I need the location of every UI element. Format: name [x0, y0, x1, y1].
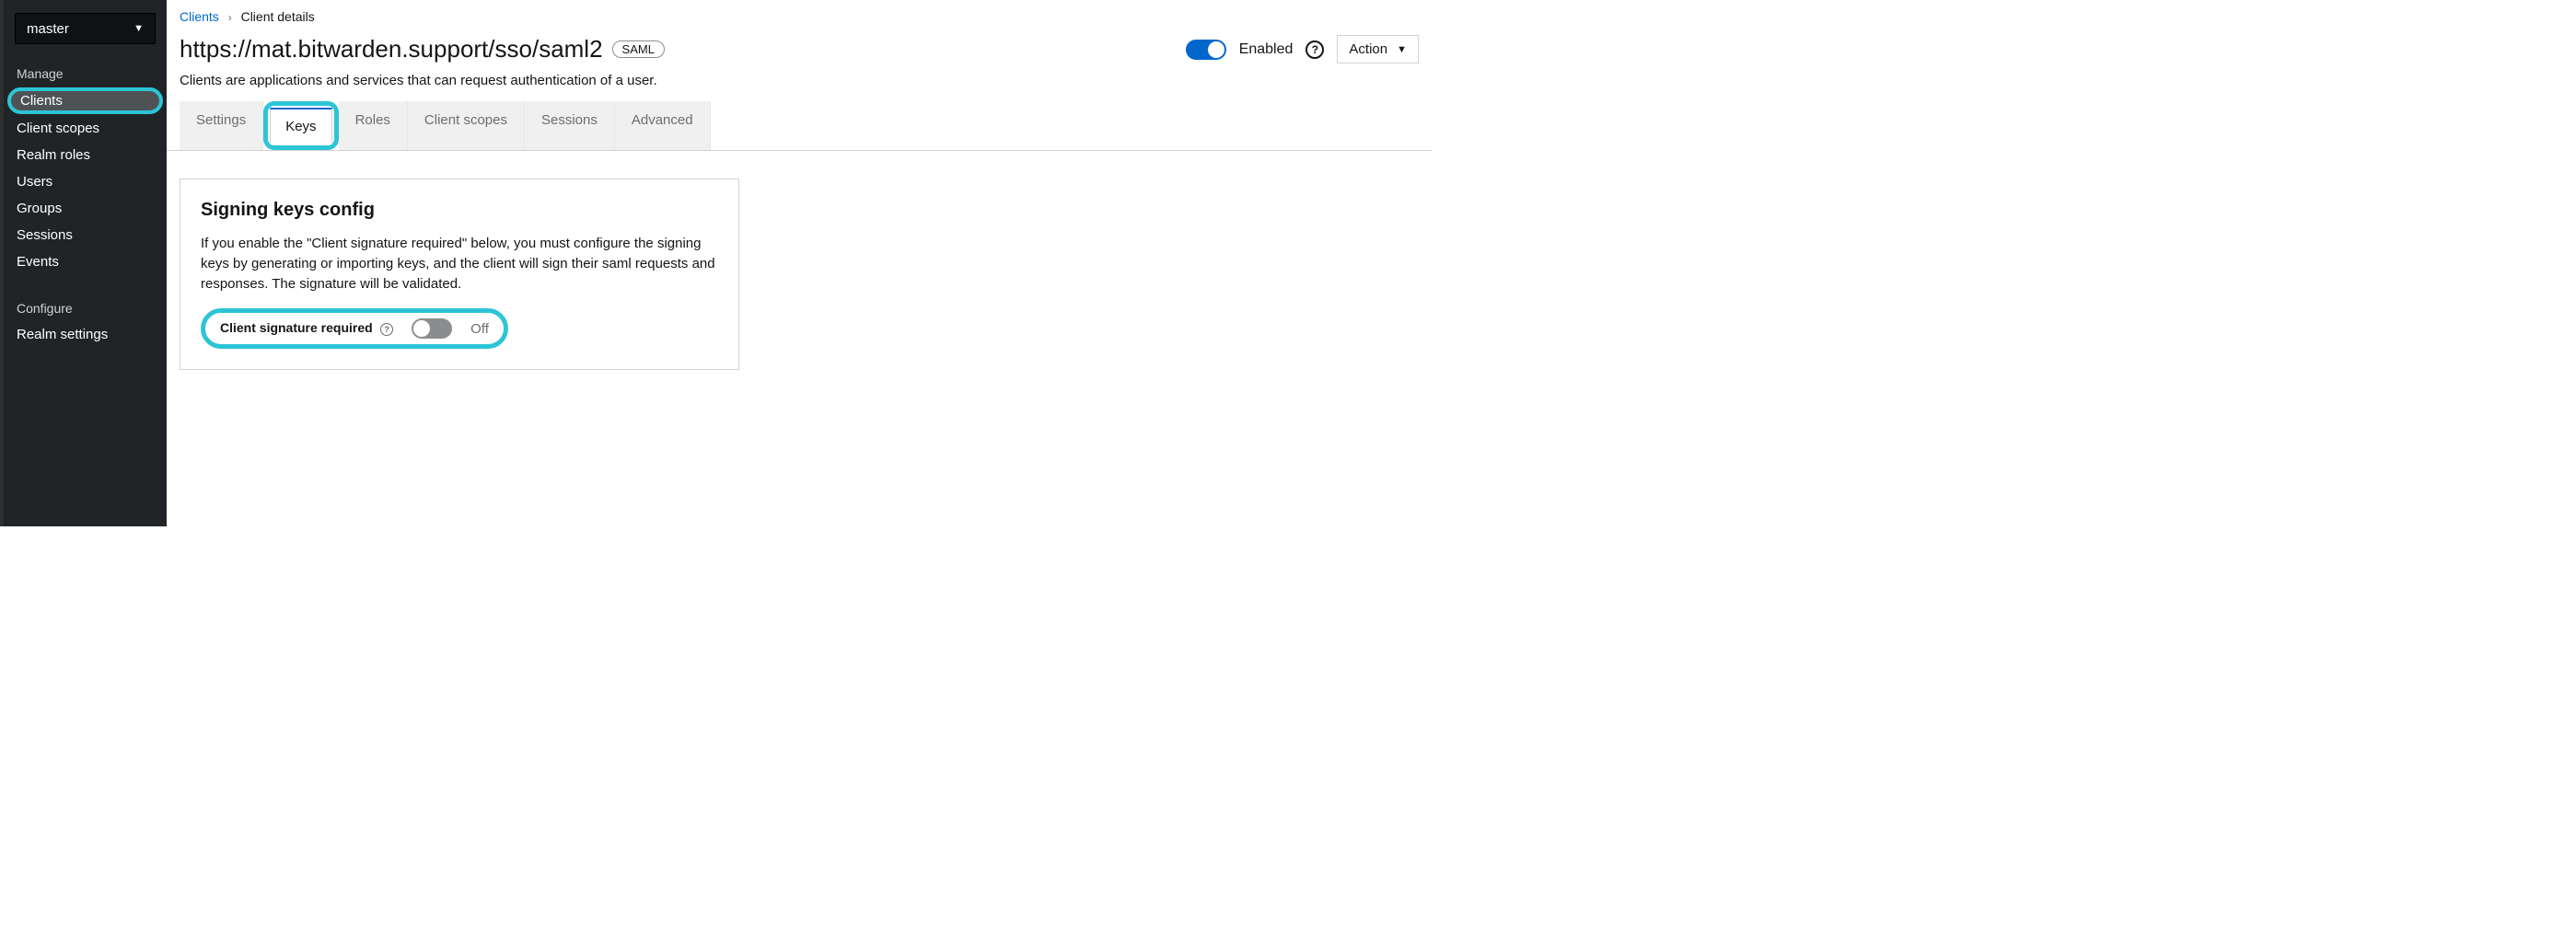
protocol-badge: SAML	[612, 40, 665, 58]
sidebar-item-label: Sessions	[17, 227, 73, 243]
signing-keys-panel: Signing keys config If you enable the "C…	[180, 179, 739, 370]
breadcrumb-parent-link[interactable]: Clients	[180, 9, 219, 24]
chevron-down-icon: ▼	[1397, 44, 1407, 55]
client-signature-label: Client signature required	[220, 320, 373, 335]
client-signature-toggle[interactable]	[412, 318, 452, 339]
sidebar-item-realm-roles[interactable]: Realm roles	[4, 142, 167, 168]
sidebar: master ▼ Manage Clients Client scopes Re…	[0, 0, 167, 526]
sidebar-section-manage: Manage	[4, 57, 167, 87]
help-icon[interactable]: ?	[1305, 40, 1324, 59]
action-dropdown[interactable]: Action ▼	[1337, 35, 1419, 63]
sidebar-item-label: Realm roles	[17, 147, 90, 163]
sidebar-item-label: Client scopes	[17, 121, 99, 136]
tab-keys[interactable]: Keys	[270, 108, 331, 144]
sidebar-item-label: Clients	[20, 93, 63, 109]
enabled-label: Enabled	[1239, 41, 1294, 58]
sidebar-item-users[interactable]: Users	[4, 168, 167, 195]
tab-settings[interactable]: Settings	[180, 101, 263, 150]
sidebar-item-label: Realm settings	[17, 327, 108, 342]
tab-roles[interactable]: Roles	[339, 101, 408, 150]
client-signature-row-highlight: Client signature required ? Off	[201, 308, 508, 349]
sidebar-item-label: Groups	[17, 201, 62, 216]
breadcrumb-current: Client details	[241, 9, 315, 24]
sidebar-item-events[interactable]: Events	[4, 248, 167, 275]
client-signature-state: Off	[470, 321, 489, 337]
sidebar-item-label: Users	[17, 174, 52, 190]
tab-advanced[interactable]: Advanced	[615, 101, 711, 150]
tab-label: Keys	[285, 119, 316, 134]
tabs: Settings Keys Roles Client scopes Sessio…	[167, 101, 1432, 151]
tab-label: Advanced	[632, 112, 693, 128]
sidebar-item-realm-settings[interactable]: Realm settings	[4, 321, 167, 348]
page-title: https://mat.bitwarden.support/sso/saml2	[180, 35, 603, 63]
tab-keys-highlight: Keys	[263, 101, 338, 150]
breadcrumb: Clients › Client details	[167, 0, 1432, 28]
realm-selector[interactable]: master ▼	[15, 13, 156, 44]
main-content: Clients › Client details https://mat.bit…	[167, 0, 1432, 526]
sidebar-section-configure: Configure	[4, 292, 167, 321]
panel-description: If you enable the "Client signature requ…	[201, 234, 718, 294]
sidebar-item-clients[interactable]: Clients	[7, 87, 163, 114]
enabled-toggle[interactable]	[1186, 40, 1226, 60]
sidebar-item-sessions[interactable]: Sessions	[4, 222, 167, 248]
sidebar-item-label: Events	[17, 254, 59, 270]
tab-client-scopes[interactable]: Client scopes	[408, 101, 525, 150]
chevron-right-icon: ›	[228, 11, 232, 24]
sidebar-item-groups[interactable]: Groups	[4, 195, 167, 222]
action-dropdown-label: Action	[1349, 41, 1387, 57]
help-icon[interactable]: ?	[380, 323, 393, 336]
chevron-down-icon: ▼	[133, 23, 144, 34]
tab-label: Settings	[196, 112, 246, 128]
realm-selector-value: master	[27, 21, 69, 37]
tab-label: Roles	[355, 112, 390, 128]
sidebar-item-client-scopes[interactable]: Client scopes	[4, 115, 167, 142]
tab-label: Sessions	[541, 112, 598, 128]
panel-heading: Signing keys config	[201, 200, 718, 221]
tab-sessions[interactable]: Sessions	[525, 101, 615, 150]
tab-label: Client scopes	[424, 112, 507, 128]
page-description: Clients are applications and services th…	[167, 73, 1432, 101]
